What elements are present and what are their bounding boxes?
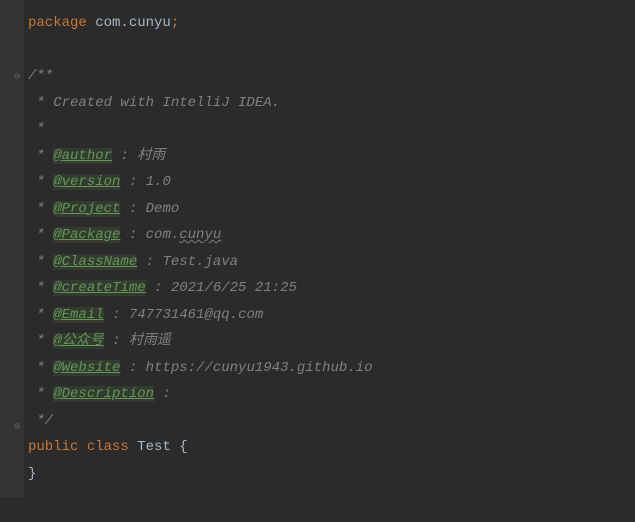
- open-brace: {: [171, 439, 188, 455]
- code-line[interactable]: *: [28, 116, 635, 143]
- code-line[interactable]: * @ClassName : Test.java: [28, 249, 635, 276]
- keyword-public: public: [28, 439, 78, 455]
- javadoc-value: : 2021/6/25 21:25: [146, 280, 297, 296]
- javadoc-value: : 1.0: [120, 174, 170, 190]
- code-line[interactable]: */: [28, 408, 635, 435]
- javadoc-close: */: [28, 413, 53, 429]
- javadoc-value: : Demo: [120, 201, 179, 217]
- keyword-class: class: [87, 439, 129, 455]
- javadoc-tag-version: @version: [53, 174, 120, 190]
- class-identifier: Test: [137, 439, 171, 455]
- code-line[interactable]: * @Project : Demo: [28, 196, 635, 223]
- javadoc-value-wavy: cunyu: [179, 227, 221, 243]
- javadoc-value: : com.: [120, 227, 179, 243]
- code-line[interactable]: * @version : 1.0: [28, 169, 635, 196]
- code-line[interactable]: * @公众号 : 村雨遥: [28, 328, 635, 355]
- javadoc-tag-project: @Project: [53, 201, 120, 217]
- javadoc-prefix: *: [28, 174, 53, 190]
- javadoc-prefix: *: [28, 280, 53, 296]
- close-brace: }: [28, 466, 36, 482]
- code-line[interactable]: }: [28, 461, 635, 488]
- keyword-package: package: [28, 15, 87, 31]
- javadoc-prefix: *: [28, 307, 53, 323]
- javadoc-prefix: *: [28, 227, 53, 243]
- javadoc-value: : 747731461@qq.com: [104, 307, 264, 323]
- package-path: com.cunyu: [87, 15, 171, 31]
- code-line[interactable]: /**: [28, 63, 635, 90]
- javadoc-prefix: *: [28, 333, 53, 349]
- javadoc-value: : 村雨遥: [104, 333, 171, 349]
- javadoc-value: : Test.java: [137, 254, 238, 270]
- javadoc-tag-createtime: @createTime: [53, 280, 145, 296]
- javadoc-tag-description: @Description: [53, 386, 154, 402]
- javadoc-tag-package: @Package: [53, 227, 120, 243]
- javadoc-value: : https://cunyu1943.github.io: [120, 360, 372, 376]
- code-line[interactable]: * Created with IntelliJ IDEA.: [28, 90, 635, 117]
- code-line[interactable]: public class Test {: [28, 434, 635, 461]
- code-line-empty[interactable]: [28, 37, 635, 64]
- code-line[interactable]: * @createTime : 2021/6/25 21:25: [28, 275, 635, 302]
- fold-icon[interactable]: ⊖: [14, 418, 20, 437]
- javadoc-tag-wechat: @公众号: [53, 333, 103, 349]
- javadoc-prefix: *: [28, 201, 53, 217]
- code-line[interactable]: * @Website : https://cunyu1943.github.io: [28, 355, 635, 382]
- javadoc-value: :: [154, 386, 171, 402]
- javadoc-tag-website: @Website: [53, 360, 120, 376]
- code-line[interactable]: package com.cunyu;: [28, 10, 635, 37]
- code-editor[interactable]: ⊖ ⊖ package com.cunyu; /** * Created wit…: [0, 0, 635, 497]
- code-line[interactable]: * @Email : 747731461@qq.com: [28, 302, 635, 329]
- javadoc-prefix: *: [28, 386, 53, 402]
- javadoc-open: /**: [28, 68, 53, 84]
- javadoc-prefix: *: [28, 148, 53, 164]
- editor-gutter: ⊖ ⊖: [0, 0, 24, 497]
- javadoc-text: * Created with IntelliJ IDEA.: [28, 95, 280, 111]
- javadoc-tag-email: @Email: [53, 307, 103, 323]
- javadoc-value: : 村雨: [112, 148, 165, 164]
- javadoc-prefix: *: [28, 360, 53, 376]
- javadoc-prefix: *: [28, 254, 53, 270]
- semicolon: ;: [171, 15, 179, 31]
- code-line[interactable]: * @Package : com.cunyu: [28, 222, 635, 249]
- javadoc-tag-author: @author: [53, 148, 112, 164]
- javadoc-star: *: [28, 121, 45, 137]
- fold-icon[interactable]: ⊖: [14, 68, 20, 87]
- code-line[interactable]: * @Description :: [28, 381, 635, 408]
- javadoc-tag-classname: @ClassName: [53, 254, 137, 270]
- code-line[interactable]: * @author : 村雨: [28, 143, 635, 170]
